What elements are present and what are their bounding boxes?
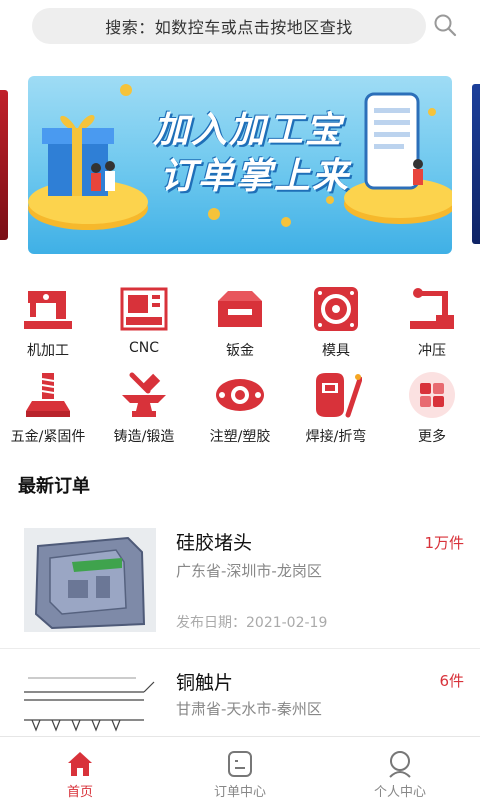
order-title: 硅胶堵头 — [176, 532, 253, 554]
category-label: 注塑/塑胶 — [209, 429, 271, 445]
order-thumbnail — [24, 664, 156, 736]
category-label: 模具 — [322, 343, 350, 359]
tab-home[interactable]: 首页 — [0, 737, 160, 800]
category-mold[interactable]: 模具 — [288, 284, 384, 360]
welding-icon — [308, 370, 364, 420]
order-location: 甘肃省-天水市-秦州区 — [176, 700, 322, 718]
home-icon — [68, 752, 92, 776]
tab-label: 个人中心 — [373, 785, 426, 800]
category-label: 五金/紧固件 — [10, 429, 86, 445]
banner-next-peek — [472, 84, 480, 244]
category-label: 焊接/折弯 — [305, 429, 367, 445]
category-label: 铸造/锻造 — [113, 429, 175, 445]
search-input[interactable]: 搜索：如数控车或点击按地区查找 — [32, 8, 426, 44]
category-more[interactable]: 更多 — [384, 370, 480, 446]
category-stamping[interactable]: 冲压 — [384, 284, 480, 360]
category-sheet-metal[interactable]: 钣金 — [192, 284, 288, 360]
category-machining[interactable]: 机加工 — [0, 284, 96, 360]
banner-slide[interactable]: 加入加工宝 订单掌上来 — [28, 76, 452, 254]
banner-line1: 加入加工宝 — [152, 110, 343, 151]
category-label: 机加工 — [27, 343, 69, 359]
order-card[interactable]: 硅胶堵头 1万件 广东省-深圳市-龙岗区 发布日期：2021-02-19 — [0, 512, 480, 648]
more-icon — [404, 370, 460, 420]
cnc-machine-icon — [116, 284, 172, 334]
category-welding[interactable]: 焊接/折弯 — [288, 370, 384, 446]
anvil-icon — [116, 370, 172, 420]
section-title: 最新订单 — [18, 476, 90, 497]
sewing-machine-icon — [20, 284, 76, 334]
order-divider — [0, 648, 480, 649]
order-thumbnail — [24, 528, 156, 632]
tab-label: 订单中心 — [213, 785, 266, 800]
order-quantity: 1万件 — [424, 534, 464, 552]
mold-icon — [308, 284, 364, 334]
search-placeholder: 搜索：如数控车或点击按地区查找 — [105, 18, 353, 37]
order-title: 铜触片 — [176, 672, 234, 694]
category-label: 钣金 — [226, 343, 254, 359]
banner-carousel[interactable]: 加入加工宝 订单掌上来 — [0, 74, 480, 256]
category-injection[interactable]: 注塑/塑胶 — [192, 370, 288, 446]
banner-headline: 加入加工宝 订单掌上来 — [128, 108, 368, 200]
category-label: CNC — [128, 340, 160, 356]
category-cnc[interactable]: CNC — [96, 284, 192, 356]
press-icon — [404, 284, 460, 334]
category-label: 更多 — [418, 429, 446, 445]
tab-profile[interactable]: 个人中心 — [320, 737, 480, 800]
gasket-icon — [212, 370, 268, 420]
order-icon — [228, 751, 252, 777]
order-location: 广东省-深圳市-龙岗区 — [176, 562, 322, 580]
category-hardware[interactable]: 五金/紧固件 — [0, 370, 96, 446]
category-label: 冲压 — [418, 343, 446, 359]
banner-line2: 订单掌上来 — [159, 156, 350, 197]
user-icon — [389, 751, 411, 778]
banner-prev-peek — [0, 90, 8, 240]
bottom-tab-bar: 首页 订单中心 个人中心 — [0, 736, 480, 800]
sheet-metal-icon — [212, 284, 268, 334]
tab-orders[interactable]: 订单中心 — [160, 737, 320, 800]
bolt-icon — [20, 370, 76, 420]
category-casting[interactable]: 铸造/锻造 — [96, 370, 192, 446]
order-date: 发布日期：2021-02-19 — [176, 615, 328, 631]
tab-label: 首页 — [66, 785, 93, 800]
order-card[interactable]: 铜触片 6件 甘肃省-天水市-秦州区 — [0, 650, 480, 736]
order-quantity: 6件 — [439, 672, 464, 690]
search-icon[interactable] — [432, 12, 458, 38]
